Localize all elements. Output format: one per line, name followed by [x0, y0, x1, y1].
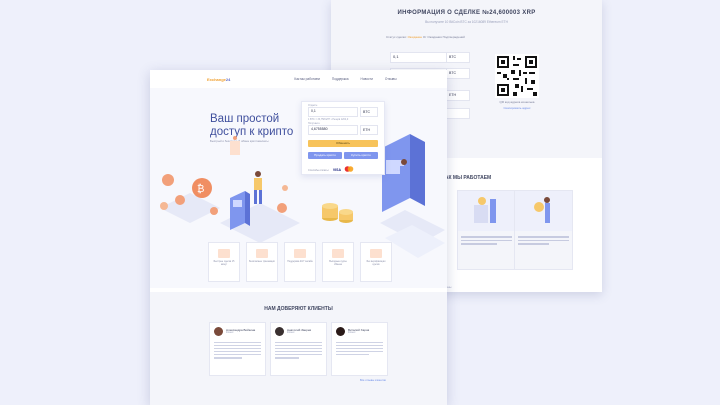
feature-icon: [218, 249, 230, 258]
how-card-2: [514, 190, 573, 270]
how-card-illustration: [515, 191, 572, 231]
deal-row3-currency[interactable]: ETH: [446, 90, 470, 101]
nav-how-it-works[interactable]: Как мы работаем: [294, 77, 320, 81]
deal-give-currency[interactable]: BTC: [446, 52, 470, 63]
avatar: [214, 327, 223, 336]
status-note: От Ожидания Подтверждений: [422, 35, 465, 39]
review-card: Анатолий Зверев Клиент: [270, 322, 327, 376]
feature-icon: [370, 249, 382, 258]
copy-address-link[interactable]: Скопировать адрес: [485, 106, 549, 110]
feature-list: Быстрые сделки 15 минут Безопасные транз…: [208, 242, 392, 282]
reviewer-role: Клиент: [348, 332, 356, 334]
avatar: [275, 327, 284, 336]
all-reviews-link[interactable]: Все отзывы клиентов: [360, 379, 386, 382]
feature-icon: [256, 249, 268, 258]
deal-subtitle: Вы получите 10 BitCoin BTC за 10216089 E…: [425, 20, 508, 24]
avatar: [336, 327, 345, 336]
get-amount-input[interactable]: 4,6755580: [308, 125, 358, 135]
how-card-illustration: [458, 191, 515, 231]
visa-logo: VISA: [332, 168, 341, 172]
payment-label: Способы оплаты:: [308, 169, 330, 172]
mastercard-icon: [344, 166, 354, 172]
testimonials-section: НАМ ДОВЕРЯЮТ КЛИЕНТЫ Александра Войкина …: [150, 292, 447, 405]
svg-text:₿: ₿: [197, 183, 204, 195]
deal-get-currency[interactable]: BTC: [446, 68, 470, 79]
deal-status: Статус сделки: Ожидание От Ожидания Подт…: [386, 35, 465, 39]
deal-title: ИНФОРМАЦИЯ О СДЕЛКЕ №24,600003 XRP: [397, 10, 536, 16]
nav-news[interactable]: Новости: [361, 77, 373, 81]
how-card-1: [457, 190, 516, 270]
feature-card: Безопасные транзакции: [246, 242, 278, 282]
give-currency-select[interactable]: BTC: [360, 107, 378, 117]
nav-reviews[interactable]: Отзывы: [385, 77, 397, 81]
reviewer-role: Клиент: [226, 332, 234, 334]
feature-card: Выгодные курсы обмена: [322, 242, 354, 282]
feature-card: Быстрые сделки 15 минут: [208, 242, 240, 282]
feature-icon: [294, 249, 306, 258]
deal-give-field[interactable]: 0,1: [390, 52, 452, 63]
status-value: Ожидание: [407, 35, 422, 39]
feature-card: Поддержка 24/7 онлайн: [284, 242, 316, 282]
qr-caption: QR код адреса кошелька: [499, 100, 535, 104]
qr-code: [495, 54, 539, 98]
feature-icon: [332, 249, 344, 258]
review-card: Александра Войкина Клиент: [209, 322, 266, 376]
review-card: Виталий Харов Клиент: [331, 322, 388, 376]
give-amount-input[interactable]: 0,1: [308, 107, 358, 117]
feature-card: Без верификации сделок: [360, 242, 392, 282]
exchange-widget: Отдаёте 0,1 BTC 1 BTC = 33,758 ETH • Рез…: [301, 101, 385, 175]
nav-support[interactable]: Поддержка: [332, 77, 349, 81]
get-currency-select[interactable]: ETH: [360, 125, 378, 135]
logo[interactable]: Exchange24: [207, 77, 230, 82]
payment-methods: Способы оплаты: VISA: [308, 165, 354, 172]
sell-crypto-button[interactable]: Продать криптo: [308, 152, 342, 159]
reviewer-role: Клиент: [287, 332, 295, 334]
exchange-button[interactable]: Обменять: [308, 140, 378, 147]
landing-page: Exchange24 Как мы работаем Поддержка Нов…: [150, 70, 447, 405]
buy-crypto-button[interactable]: Купить криптo: [344, 152, 378, 159]
testimonials-title: НАМ ДОВЕРЯЮТ КЛИЕНТЫ: [264, 306, 333, 312]
status-label: Статус сделки:: [386, 35, 407, 39]
rate-note: 1 BTC = 33,758 ETH • Резерв 1204,0: [308, 118, 349, 121]
top-nav: Exchange24 Как мы работаем Поддержка Нов…: [207, 76, 397, 82]
